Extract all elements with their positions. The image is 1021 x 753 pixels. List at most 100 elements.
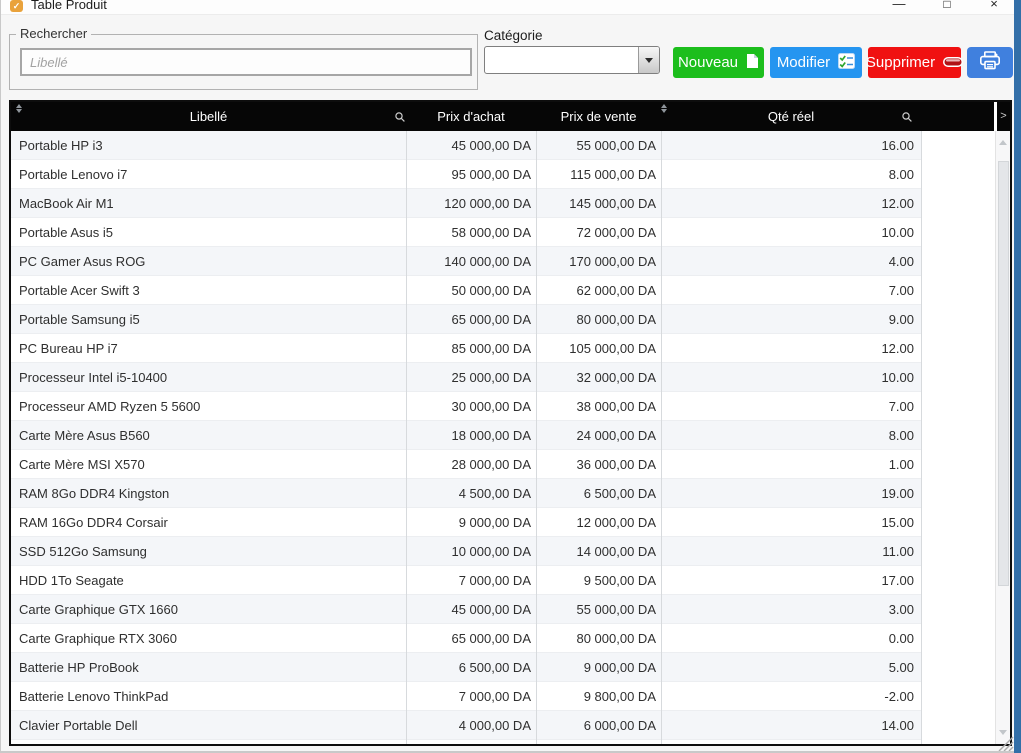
cell-libelle: Carte Graphique GTX 1660 <box>11 602 406 617</box>
modifier-button[interactable]: Modifier <box>770 47 862 78</box>
table-row[interactable]: Portable Samsung i5 65 000,00 DA 80 000,… <box>11 305 921 334</box>
table-row[interactable]: Processeur Intel i5-10400 25 000,00 DA 3… <box>11 363 921 392</box>
product-grid: Libellé Prix d'achat Prix de vente Qté r… <box>9 100 1012 746</box>
search-group-label: Rechercher <box>16 26 91 41</box>
cell-prix-achat: 45 000,00 DA <box>406 138 536 153</box>
table-row[interactable]: PC Bureau HP i7 85 000,00 DA 105 000,00 … <box>11 334 921 363</box>
cell-prix-vente: 38 000,00 DA <box>536 399 661 414</box>
scroll-up-icon[interactable] <box>999 140 1007 145</box>
table-row[interactable]: Portable Asus i5 58 000,00 DA 72 000,00 … <box>11 218 921 247</box>
cell-prix-achat: 140 000,00 DA <box>406 254 536 269</box>
window-accent-border <box>1014 0 1021 753</box>
search-input[interactable] <box>20 48 472 76</box>
cell-prix-vente: 6 500,00 DA <box>536 486 661 501</box>
table-row[interactable]: Processeur AMD Ryzen 5 5600 30 000,00 DA… <box>11 392 921 421</box>
cell-prix-achat: 4 000,00 DA <box>406 718 536 733</box>
cell-prix-achat: 18 000,00 DA <box>406 428 536 443</box>
maximize-button[interactable]: □ <box>937 0 957 14</box>
table-row[interactable]: Portable Lenovo i7 95 000,00 DA 115 000,… <box>11 160 921 189</box>
table-row[interactable]: RAM 8Go DDR4 Kingston 4 500,00 DA 6 500,… <box>11 479 921 508</box>
cell-prix-vente: 105 000,00 DA <box>536 341 661 356</box>
cell-qte-reel: 9.00 <box>661 312 921 327</box>
cell-prix-vente: 80 000,00 DA <box>536 631 661 646</box>
supprimer-button[interactable]: Supprimer <box>868 47 961 78</box>
table-row[interactable]: HDD 1To Seagate 7 000,00 DA 9 500,00 DA … <box>11 566 921 595</box>
cell-prix-achat: 95 000,00 DA <box>406 167 536 182</box>
cell-qte-reel: 7.00 <box>661 399 921 414</box>
cell-libelle: MacBook Air M1 <box>11 196 406 211</box>
cell-libelle: Batterie HP ProBook <box>11 660 406 675</box>
nouveau-button-label: Nouveau <box>678 54 738 71</box>
cell-prix-achat: 10 000,00 DA <box>406 544 536 559</box>
vertical-scrollbar[interactable] <box>995 131 1010 744</box>
nouveau-button[interactable]: Nouveau <box>673 47 764 78</box>
table-row[interactable]: Carte Graphique GTX 1660 45 000,00 DA 55… <box>11 595 921 624</box>
search-icon[interactable] <box>394 110 406 128</box>
cell-prix-achat: 7 000,00 DA <box>406 573 536 588</box>
cell-prix-vente: 36 000,00 DA <box>536 457 661 472</box>
supprimer-button-label: Supprimer <box>866 54 935 71</box>
search-icon[interactable] <box>901 110 913 128</box>
cell-prix-vente: 9 000,00 DA <box>536 660 661 675</box>
table-row[interactable]: PC Gamer Asus ROG 140 000,00 DA 170 000,… <box>11 247 921 276</box>
print-button[interactable] <box>967 47 1013 78</box>
cell-prix-achat: 65 000,00 DA <box>406 312 536 327</box>
column-separator <box>536 131 537 744</box>
cell-libelle: Processeur Intel i5-10400 <box>11 370 406 385</box>
table-row[interactable]: Portable HP i3 45 000,00 DA 55 000,00 DA… <box>11 131 921 160</box>
scroll-right-icon[interactable]: > <box>997 102 1010 131</box>
cell-qte-reel: -2.00 <box>661 689 921 704</box>
cell-prix-achat: 58 000,00 DA <box>406 225 536 240</box>
cell-qte-reel: 12.00 <box>661 341 921 356</box>
table-row[interactable]: Carte Mère Asus B560 18 000,00 DA 24 000… <box>11 421 921 450</box>
category-combobox[interactable] <box>484 46 660 74</box>
column-header-prix-achat[interactable]: Prix d'achat <box>406 102 536 131</box>
cell-prix-achat: 4 500,00 DA <box>406 486 536 501</box>
column-header-libelle[interactable]: Libellé <box>11 102 406 131</box>
table-row[interactable]: Batterie Lenovo ThinkPad 7 000,00 DA 9 8… <box>11 682 921 711</box>
cell-libelle: PC Gamer Asus ROG <box>11 254 406 269</box>
table-row[interactable]: Portable Acer Swift 3 50 000,00 DA 62 00… <box>11 276 921 305</box>
column-header-qte-reel[interactable]: Qté réel <box>661 102 921 131</box>
cell-qte-reel: 8.00 <box>661 428 921 443</box>
cell-prix-achat: 120 000,00 DA <box>406 196 536 211</box>
table-row[interactable]: Batterie HP ProBook 6 500,00 DA 9 000,00… <box>11 653 921 682</box>
cell-prix-achat: 30 000,00 DA <box>406 399 536 414</box>
cell-qte-reel: 1.00 <box>661 457 921 472</box>
column-separator <box>921 131 922 744</box>
table-row[interactable]: SSD 512Go Samsung 10 000,00 DA 14 000,00… <box>11 537 921 566</box>
cell-qte-reel: 4.00 <box>661 254 921 269</box>
cell-qte-reel: 19.00 <box>661 486 921 501</box>
cell-libelle: Carte Mère MSI X570 <box>11 457 406 472</box>
minimize-button[interactable]: — <box>889 0 909 14</box>
cell-libelle: RAM 16Go DDR4 Corsair <box>11 515 406 530</box>
column-header-prix-vente[interactable]: Prix de vente <box>536 102 661 131</box>
cell-prix-vente: 145 000,00 DA <box>536 196 661 211</box>
cell-prix-vente: 170 000,00 DA <box>536 254 661 269</box>
table-row[interactable]: RAM 16Go DDR4 Corsair 9 000,00 DA 12 000… <box>11 508 921 537</box>
cell-prix-achat: 85 000,00 DA <box>406 341 536 356</box>
cell-prix-achat: 45 000,00 DA <box>406 602 536 617</box>
cell-prix-vente: 9 500,00 DA <box>536 573 661 588</box>
cell-qte-reel: 3.00 <box>661 602 921 617</box>
table-row[interactable]: Clavier Portable Dell 4 000,00 DA 6 000,… <box>11 711 921 740</box>
table-row[interactable]: MacBook Air M1 120 000,00 DA 145 000,00 … <box>11 189 921 218</box>
scrollbar-thumb[interactable] <box>998 161 1009 586</box>
cell-prix-vente: 9 800,00 DA <box>536 689 661 704</box>
combobox-dropdown-button[interactable] <box>638 47 659 73</box>
cell-qte-reel: 8.00 <box>661 167 921 182</box>
table-row[interactable]: Carte Graphique RTX 3060 65 000,00 DA 80… <box>11 624 921 653</box>
grid-header: Libellé Prix d'achat Prix de vente Qté r… <box>11 102 994 131</box>
cell-libelle: SSD 512Go Samsung <box>11 544 406 559</box>
cell-qte-reel: 16.00 <box>661 138 921 153</box>
grid-body: Portable HP i3 45 000,00 DA 55 000,00 DA… <box>11 131 995 744</box>
cell-libelle: PC Bureau HP i7 <box>11 341 406 356</box>
cell-qte-reel: 0.00 <box>661 631 921 646</box>
cell-prix-achat: 9 000,00 DA <box>406 515 536 530</box>
table-row[interactable]: Carte Mère MSI X570 28 000,00 DA 36 000,… <box>11 450 921 479</box>
cell-libelle: Carte Mère Asus B560 <box>11 428 406 443</box>
resize-grip-icon[interactable] <box>996 734 1014 753</box>
cell-libelle: Portable HP i3 <box>11 138 406 153</box>
close-button[interactable]: × <box>984 0 1004 14</box>
modifier-button-label: Modifier <box>777 54 830 71</box>
